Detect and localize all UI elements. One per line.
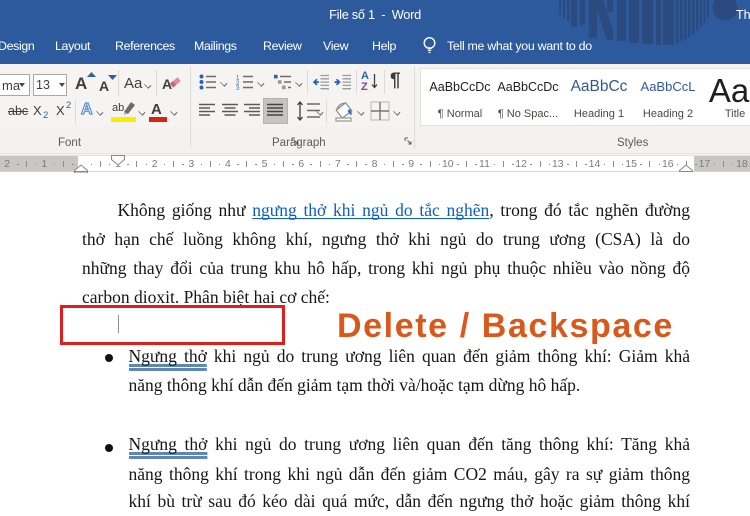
svg-text:3: 3	[236, 86, 240, 90]
